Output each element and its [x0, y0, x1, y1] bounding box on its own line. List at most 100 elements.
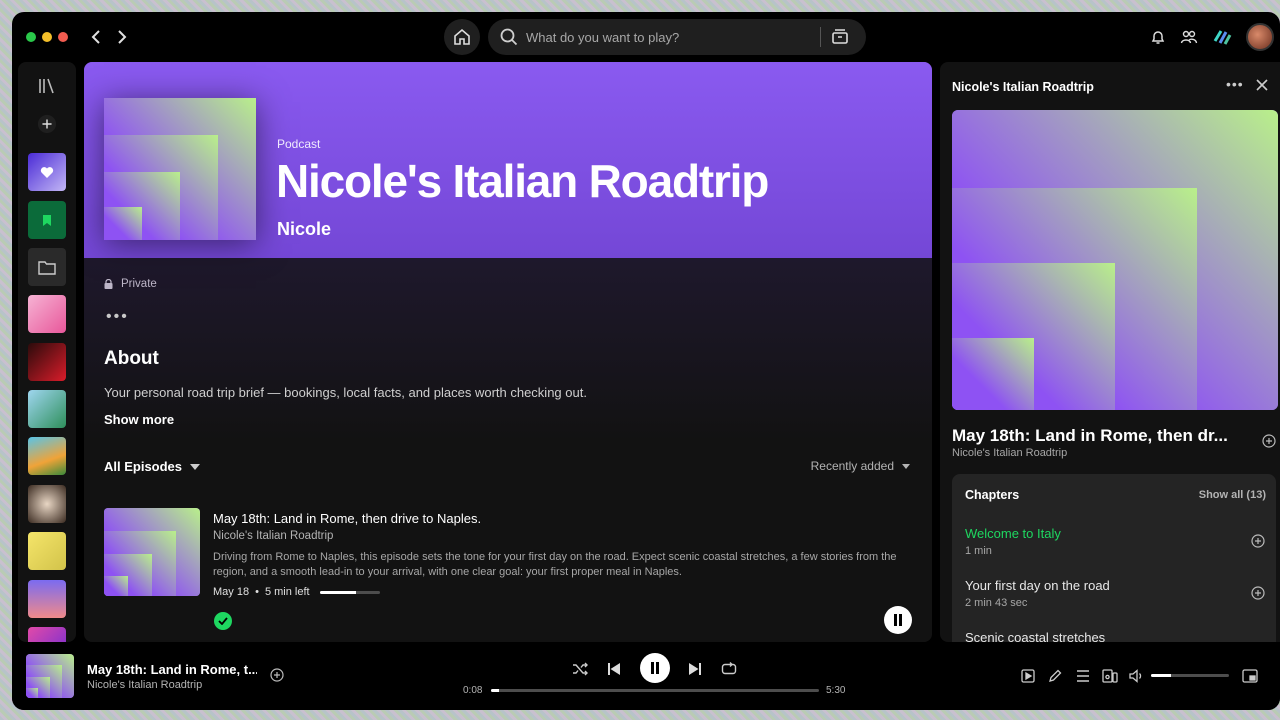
volume-icon	[1129, 669, 1142, 683]
folder-icon	[38, 260, 56, 275]
seek-bar[interactable]	[491, 689, 819, 692]
elapsed-time: 0:08	[463, 685, 483, 696]
chapter-item[interactable]: Scenic coastal stretches	[965, 630, 1265, 642]
visibility-badge: Private	[104, 278, 157, 290]
playlist-tile-6[interactable]	[28, 532, 66, 570]
episode-title[interactable]: May 18th: Land in Rome, then drive to Na…	[213, 511, 481, 526]
panel-episode-show[interactable]: Nicole's Italian Roadtrip	[952, 447, 1067, 459]
now-playing-add-button[interactable]	[270, 668, 284, 687]
pause-icon	[651, 662, 659, 674]
home-icon	[454, 28, 470, 45]
volume-button[interactable]	[1127, 666, 1147, 686]
user-avatar[interactable]	[1246, 23, 1274, 51]
library-icon[interactable]	[37, 76, 57, 96]
player-bar: May 18th: Land in Rome, t... Nicole's It…	[12, 642, 1280, 710]
playlist-tile-5[interactable]	[28, 485, 66, 523]
episode-progress-bar	[319, 590, 380, 594]
shuffle-button[interactable]	[569, 658, 591, 680]
playlist-tile-3[interactable]	[28, 390, 66, 428]
mini-player-icon	[1242, 669, 1258, 683]
now-playing-view-button[interactable]	[1018, 666, 1038, 686]
search-input[interactable]	[526, 29, 806, 45]
app-logo-icon[interactable]	[1212, 27, 1232, 47]
now-playing-show[interactable]: Nicole's Italian Roadtrip	[87, 679, 202, 691]
chapter-item[interactable]: Your first day on the road 2 min 43 sec	[965, 578, 1265, 618]
window-maximize-button[interactable]	[26, 32, 36, 42]
panel-title[interactable]: Nicole's Italian Roadtrip	[952, 80, 1094, 94]
play-pause-button[interactable]	[640, 653, 670, 683]
show-title: Nicole's Italian Roadtrip	[276, 155, 769, 207]
search-bar[interactable]	[488, 19, 866, 55]
caret-down-icon	[190, 463, 201, 470]
shuffle-icon	[573, 662, 588, 676]
playlist-tile-7[interactable]	[28, 580, 66, 618]
show-more-link[interactable]: Show more	[104, 412, 174, 427]
volume-slider[interactable]	[1151, 674, 1229, 677]
folder-tile[interactable]	[28, 248, 66, 286]
add-circle-icon[interactable]	[1251, 534, 1265, 548]
your-episodes-tile[interactable]	[28, 201, 66, 239]
panel-close-button[interactable]	[1256, 78, 1268, 96]
chapter-item[interactable]: Welcome to Italy 1 min	[965, 526, 1265, 566]
sort-dropdown[interactable]: Recently added	[811, 459, 910, 473]
bell-icon[interactable]	[1150, 29, 1166, 45]
sort-label: Recently added	[810, 459, 894, 473]
close-icon	[1256, 79, 1268, 91]
devices-icon	[1102, 669, 1118, 683]
window-minimize-button[interactable]	[42, 32, 52, 42]
show-more-options-button[interactable]: •••	[106, 308, 129, 326]
panel-episode-title[interactable]: May 18th: Land in Rome, then dr...	[952, 426, 1252, 446]
friends-icon[interactable]	[1180, 29, 1198, 45]
browse-icon[interactable]	[831, 28, 849, 46]
episodes-filter-dropdown[interactable]: All Episodes	[104, 459, 201, 474]
repeat-icon	[721, 662, 737, 675]
mini-player-button[interactable]	[1240, 666, 1260, 686]
show-type: Podcast	[277, 137, 321, 151]
home-button[interactable]	[444, 19, 480, 55]
now-playing-view-icon	[1021, 669, 1035, 683]
add-circle-icon[interactable]	[1251, 586, 1265, 600]
now-playing-title[interactable]: May 18th: Land in Rome, t...	[87, 662, 257, 677]
show-cover-art	[104, 98, 256, 240]
chapter-name: Welcome to Italy	[965, 526, 1061, 541]
skip-forward-icon	[689, 663, 701, 675]
forward-button[interactable]	[110, 25, 134, 49]
create-button[interactable]	[37, 114, 57, 134]
show-all-chapters-link[interactable]: Show all (13)	[1199, 489, 1266, 501]
about-text: Your personal road trip brief — bookings…	[104, 385, 587, 400]
episode-meta: May 18 • 5 min left	[213, 586, 380, 598]
previous-button[interactable]	[603, 658, 625, 680]
repeat-button[interactable]	[718, 658, 740, 680]
add-circle-icon	[270, 668, 284, 682]
bookmark-icon	[43, 214, 51, 226]
queue-button[interactable]	[1073, 666, 1093, 686]
now-playing-cover[interactable]	[26, 654, 74, 698]
episode-description: Driving from Rome to Naples, this episod…	[213, 551, 897, 578]
skip-back-icon	[608, 663, 620, 675]
chapter-duration: 2 min 43 sec	[965, 597, 1028, 609]
episode-pause-button[interactable]	[884, 606, 912, 634]
playlist-tile-4[interactable]	[28, 437, 66, 475]
library-sidebar	[18, 62, 76, 642]
add-circle-icon	[1262, 434, 1276, 448]
meta-separator: •	[255, 586, 259, 598]
connect-device-button[interactable]	[1100, 666, 1120, 686]
next-button[interactable]	[684, 658, 706, 680]
pause-icon	[894, 614, 902, 626]
chapter-name: Scenic coastal stretches	[965, 630, 1106, 642]
episode-time-left: 5 min left	[264, 586, 310, 598]
episode-row[interactable]: May 18th: Land in Rome, then drive to Na…	[104, 508, 912, 638]
playlist-tile-2[interactable]	[28, 343, 66, 381]
back-button[interactable]	[84, 25, 108, 49]
panel-more-options-button[interactable]: •••	[1226, 76, 1244, 92]
playlist-tile-1[interactable]	[28, 295, 66, 333]
window-close-button[interactable]	[58, 32, 68, 42]
liked-songs-tile[interactable]	[28, 153, 66, 191]
playlist-tile-8[interactable]	[28, 627, 66, 642]
episode-show-name[interactable]: Nicole's Italian Roadtrip	[213, 530, 333, 542]
show-author[interactable]: Nicole	[277, 219, 331, 240]
panel-add-button[interactable]	[1262, 434, 1276, 453]
chapter-name: Your first day on the road	[965, 578, 1110, 593]
saved-check-icon[interactable]	[214, 612, 232, 630]
edit-button[interactable]	[1045, 666, 1065, 686]
